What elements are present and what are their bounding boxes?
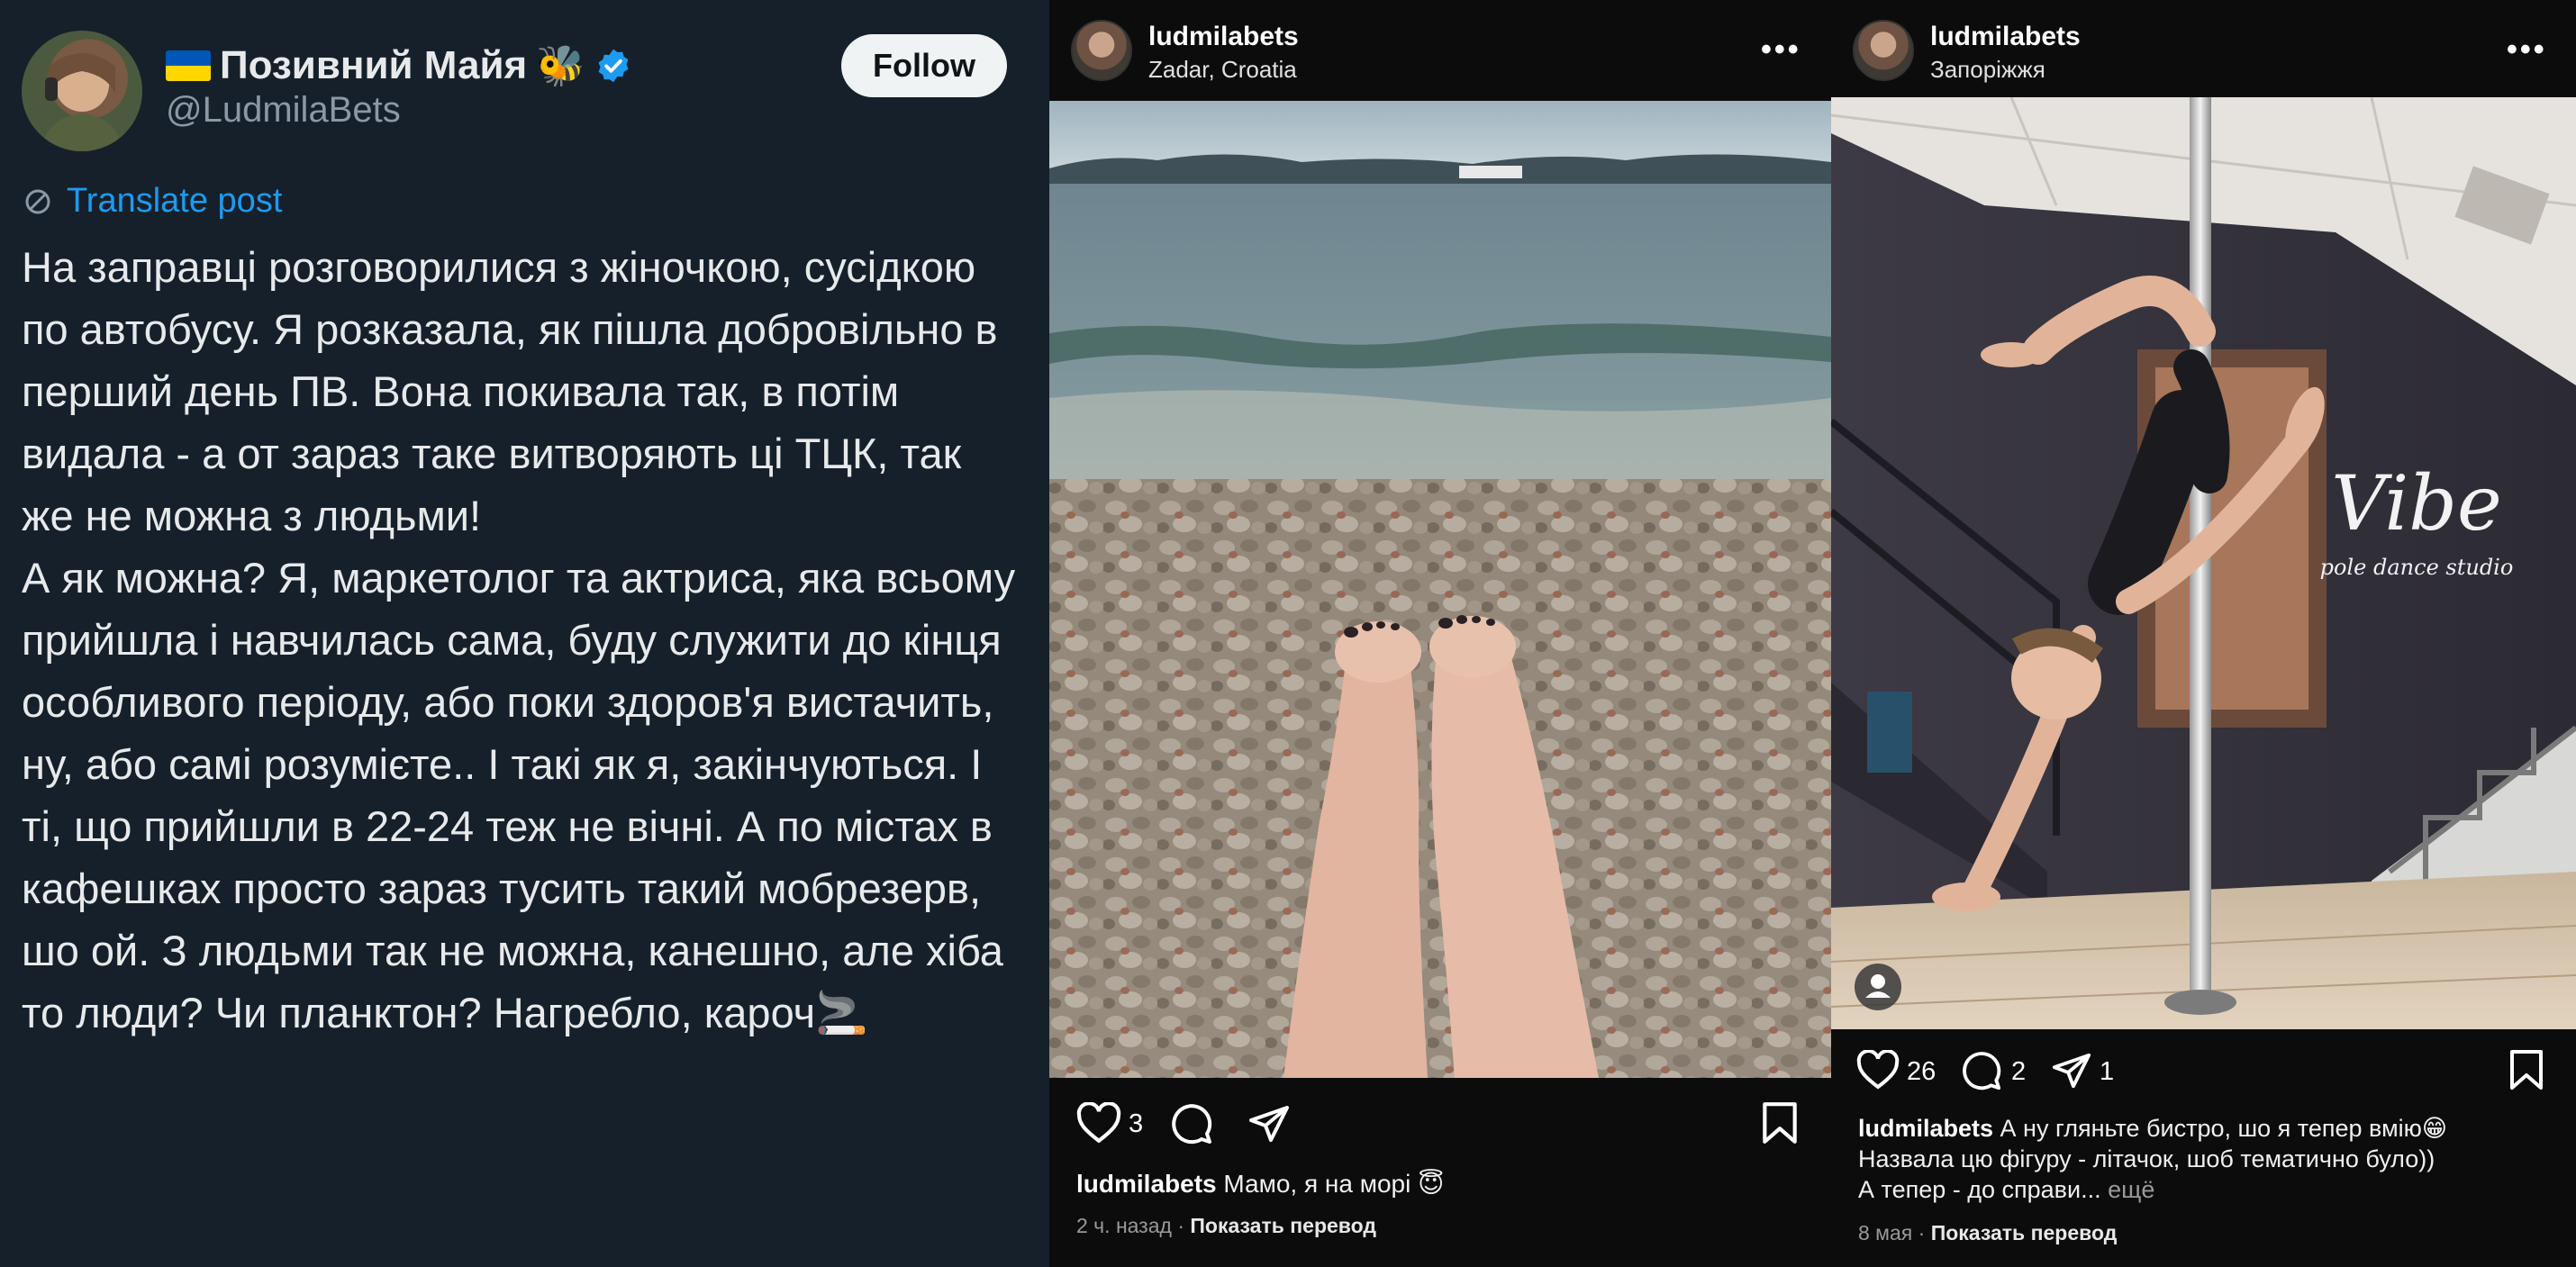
ig-username[interactable]: ludmilabets (1148, 22, 1299, 52)
more-link[interactable]: ещё (2108, 1176, 2154, 1203)
translate-icon (25, 189, 50, 213)
meta-separator: · (1912, 1221, 1931, 1244)
caption-line-1: А ну гляньте бистро, шо я тепер вмію😁 (2000, 1115, 2448, 1142)
ig-avatar[interactable] (1071, 20, 1132, 81)
ig-avatar[interactable] (1853, 20, 1914, 81)
more-options-icon[interactable]: ••• (1761, 32, 1801, 68)
like-heart-icon[interactable] (1076, 1102, 1121, 1144)
instagram-post-pole: ludmilabets Запоріжжя ••• Vibe pole danc… (1831, 0, 2576, 1267)
studio-logo-subtitle: pole dance studio (2320, 555, 2514, 580)
sea-beach-photo[interactable] (1049, 101, 1831, 1078)
ig-caption-2: ludmilabets А ну гляньте бистро, шо я те… (1858, 1113, 2561, 1205)
instagram-post-sea: ludmilabets Zadar, Croatia ••• 3 ludmila… (1049, 0, 1831, 1267)
ig-meta-1: 2 ч. назад · Показать перевод (1076, 1214, 1376, 1238)
likes-count[interactable]: 26 (1907, 1057, 1936, 1087)
ig-location[interactable]: Zadar, Croatia (1148, 56, 1297, 84)
comment-icon[interactable] (1170, 1102, 1213, 1145)
translate-post-label: Translate post (67, 182, 283, 220)
like-heart-icon[interactable] (1856, 1050, 1900, 1090)
pole-dance-photo[interactable]: Vibe pole dance studio (1831, 97, 2576, 1029)
author-name-row[interactable]: Позивний Майя 🐝 (166, 36, 632, 95)
likes-count[interactable]: 3 (1129, 1109, 1143, 1139)
share-icon[interactable] (2051, 1050, 2092, 1091)
ig-caption-1: ludmilabets Мамо, я на морі 😇 (1076, 1167, 1444, 1201)
shares-count[interactable]: 1 (2100, 1057, 2114, 1087)
comments-count[interactable]: 2 (2011, 1057, 2026, 1087)
bookmark-icon[interactable] (2508, 1048, 2544, 1091)
ig-location[interactable]: Запоріжжя (1930, 56, 2045, 84)
verified-badge-icon (598, 49, 629, 83)
post-time: 8 мая (1858, 1221, 1913, 1244)
show-translation-link[interactable]: Показать перевод (1931, 1221, 2118, 1244)
ig-actions-bar-1: 3 (1049, 1097, 1831, 1151)
x-post-panel: Позивний Майя 🐝 @LudmilaBets Follow Tran… (0, 0, 1049, 1267)
more-options-icon[interactable]: ••• (2507, 32, 2547, 68)
follow-button[interactable]: Follow (841, 34, 1007, 97)
post-text: На заправці розговорилися з жіночкою, су… (22, 243, 1016, 1036)
studio-logo: Vibe (2331, 459, 2502, 548)
comment-icon[interactable] (1961, 1050, 2002, 1091)
share-icon[interactable] (1247, 1102, 1291, 1145)
ukraine-flag-icon (166, 50, 211, 81)
meta-separator: · (1171, 1214, 1191, 1237)
bookmark-icon[interactable] (1761, 1100, 1799, 1145)
caption-line-3: А тепер - до справи... (1858, 1176, 2101, 1203)
caption-text: Мамо, я на морі 😇 (1223, 1170, 1445, 1198)
ig-meta-2: 8 мая · Показать перевод (1858, 1221, 2117, 1245)
post-time: 2 ч. назад (1076, 1214, 1172, 1237)
ig-username[interactable]: ludmilabets (1930, 22, 2081, 52)
bee-icon: 🐝 (536, 44, 585, 88)
show-translation-link[interactable]: Показать перевод (1190, 1214, 1376, 1237)
author-handle[interactable]: @LudmilaBets (166, 90, 401, 131)
ig-actions-bar-2: 26 2 1 (1831, 1045, 2576, 1099)
author-avatar[interactable] (22, 31, 142, 151)
caption-username[interactable]: ludmilabets (1858, 1115, 1993, 1142)
translate-post-link[interactable]: Translate post (22, 182, 282, 221)
caption-username[interactable]: ludmilabets (1076, 1170, 1217, 1198)
author-display-name: Позивний Майя (220, 43, 528, 87)
caption-line-2: Назвала цю фігуру - літачок, шоб тематич… (1858, 1145, 2435, 1172)
